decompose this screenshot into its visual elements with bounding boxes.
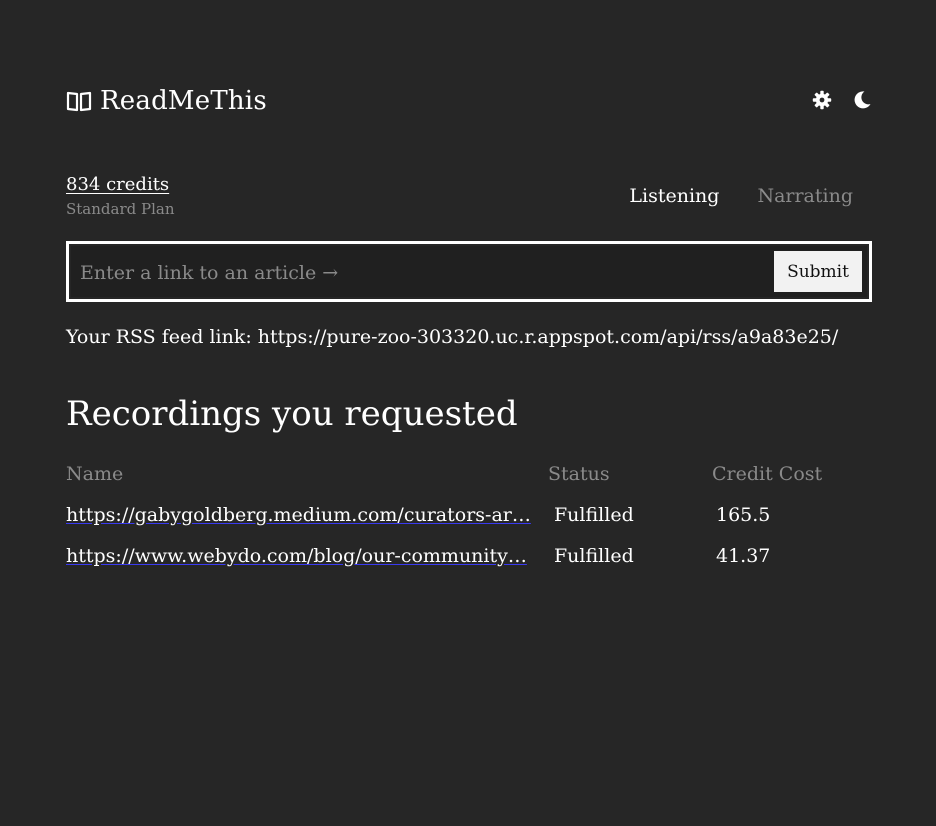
open-book-icon xyxy=(66,91,92,112)
recording-link[interactable]: https://www.webydo.com/blog/our-communit… xyxy=(66,542,544,570)
recording-link[interactable]: https://gabygoldberg.medium.com/curators… xyxy=(66,501,544,529)
table-row: https://www.webydo.com/blog/our-communit… xyxy=(66,542,872,583)
column-header-status: Status xyxy=(548,463,610,485)
recording-cost: 165.5 xyxy=(716,504,771,526)
credits-link[interactable]: 834 credits xyxy=(66,172,175,198)
recording-status: Fulfilled xyxy=(554,504,634,526)
header-actions xyxy=(812,90,872,110)
article-link-input[interactable] xyxy=(78,253,762,292)
gear-icon[interactable] xyxy=(812,90,832,110)
column-header-credit-cost: Credit Cost xyxy=(712,463,823,485)
mode-tabs: Listening Narrating xyxy=(629,183,853,209)
table-row: https://gabygoldberg.medium.com/curators… xyxy=(66,501,872,542)
recording-status: Fulfilled xyxy=(554,545,634,567)
column-header-name: Name xyxy=(66,463,124,485)
recording-cost: 41.37 xyxy=(716,545,771,567)
brand-name: ReadMeThis xyxy=(100,86,267,116)
moon-icon[interactable] xyxy=(852,90,872,110)
brand-link[interactable]: ReadMeThis xyxy=(66,84,267,118)
header: ReadMeThis xyxy=(66,84,872,118)
rss-feed-link: Your RSS feed link: https://pure-zoo-303… xyxy=(66,326,839,348)
submit-button[interactable]: Submit xyxy=(774,251,862,292)
account-summary: 834 credits Standard Plan xyxy=(66,172,175,220)
tab-narrating[interactable]: Narrating xyxy=(757,183,853,209)
tab-listening[interactable]: Listening xyxy=(629,183,719,209)
table-header: Name Status Credit Cost xyxy=(66,460,872,501)
recordings-table: Name Status Credit Cost https://gabygold… xyxy=(66,460,872,583)
article-link-form: Submit xyxy=(66,241,872,302)
plan-label: Standard Plan xyxy=(66,200,175,218)
recordings-title: Recordings you requested xyxy=(66,394,518,434)
